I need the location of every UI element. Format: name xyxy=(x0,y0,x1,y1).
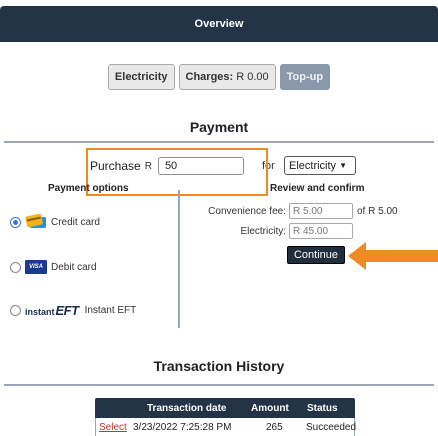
radio-instant-eft[interactable] xyxy=(10,305,21,316)
column-header-status: Status xyxy=(307,402,338,414)
row-amount: 265 xyxy=(266,421,283,433)
tab-charges-label: Charges: xyxy=(185,71,234,83)
convenience-fee-field: R 5.00 xyxy=(289,203,353,219)
visa-icon: VISA xyxy=(25,260,47,274)
chevron-down-icon: ▼ xyxy=(339,161,347,170)
page-header: Overview xyxy=(0,6,438,42)
convenience-fee-of: of R 5.00 xyxy=(357,206,398,217)
continue-button[interactable]: Continue xyxy=(287,246,345,264)
column-divider xyxy=(178,190,180,328)
row-status: Succeeded xyxy=(306,421,357,433)
electricity-amount-field: R 45.00 xyxy=(289,223,353,239)
table-row: Select 3/23/2022 7:25:28 PM 265 Succeede… xyxy=(95,418,357,436)
product-select-value: Electricity xyxy=(289,159,337,172)
radio-debit-card[interactable] xyxy=(10,261,21,273)
arrow-left-icon xyxy=(348,242,438,270)
eft-logo-small: instant xyxy=(25,307,55,317)
instant-eft-logo: instant EFT xyxy=(25,303,79,318)
tab-electricity[interactable]: Electricity xyxy=(107,64,175,90)
payment-option-instant-eft[interactable]: instant EFT Instant EFT xyxy=(10,303,136,318)
payment-option-label: Debit card xyxy=(51,261,97,273)
column-header-date: Transaction date xyxy=(147,402,227,414)
tab-charges[interactable]: Charges: R 0.00 xyxy=(178,64,276,90)
tab-charges-amount: R 0.00 xyxy=(236,71,269,83)
column-header-amount: Amount xyxy=(251,402,289,414)
eft-logo-big: EFT xyxy=(55,303,80,318)
transaction-history-title: Transaction History xyxy=(153,358,285,374)
product-select[interactable]: Electricity ▼ xyxy=(284,156,356,175)
payment-option-credit-card[interactable]: Credit card xyxy=(10,214,100,230)
payment-option-label: Credit card xyxy=(51,216,100,228)
tab-topup-label: Top-up xyxy=(286,71,324,83)
radio-credit-card[interactable] xyxy=(10,216,21,228)
row-date: 3/23/2022 7:25:28 PM xyxy=(133,421,232,433)
payment-options-title: Payment options xyxy=(48,183,129,194)
tab-bar: Electricity Charges: R 0.00 Top-up xyxy=(0,64,438,90)
history-divider xyxy=(4,384,434,386)
credit-card-icon xyxy=(25,214,46,228)
page-title: Overview xyxy=(194,18,244,30)
table-header: Transaction date Amount Status xyxy=(95,398,355,418)
review-confirm-title: Review and confirm xyxy=(270,183,365,194)
payment-title: Payment xyxy=(189,119,249,135)
convenience-fee-label: Convenience fee: xyxy=(208,206,286,217)
payment-option-label: Instant EFT xyxy=(84,305,137,316)
payment-divider xyxy=(4,141,434,143)
electricity-amount-label: Electricity: xyxy=(240,226,286,237)
payment-option-debit-card[interactable]: VISA Debit card xyxy=(10,260,97,274)
row-select-link[interactable]: Select xyxy=(99,418,127,436)
tab-topup[interactable]: Top-up xyxy=(279,64,331,90)
tab-electricity-label: Electricity xyxy=(114,71,168,83)
